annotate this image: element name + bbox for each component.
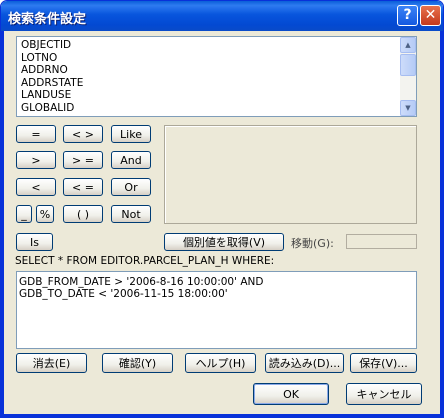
underscore-button[interactable]: _ — [16, 205, 32, 223]
field-item[interactable]: GLOBALID — [21, 102, 83, 115]
verify-button[interactable]: 確認(Y) — [102, 353, 173, 373]
save-button[interactable]: 保存(V)... — [350, 353, 417, 373]
equals-button[interactable]: = — [16, 125, 56, 143]
close-icon: ✕ — [424, 7, 437, 23]
query-expression-box[interactable]: GDB_FROM_DATE > '2006-8-16 10:00:00' AND… — [16, 271, 417, 349]
cancel-button[interactable]: キャンセル — [346, 383, 422, 405]
field-item[interactable]: OBJECTID — [21, 39, 83, 52]
field-item[interactable]: LOTNO — [21, 52, 83, 65]
ok-button[interactable]: OK — [253, 383, 329, 405]
less-equal-button[interactable]: < = — [63, 178, 103, 196]
scroll-down-button[interactable]: ▼ — [400, 100, 416, 116]
field-item[interactable]: ADDRSTATE — [21, 77, 83, 90]
like-button[interactable]: Like — [111, 125, 151, 143]
field-items: OBJECTID LOTNO ADDRNO ADDRSTATE LANDUSE … — [21, 39, 83, 114]
scroll-thumb[interactable] — [400, 54, 416, 76]
field-list-scrollbar[interactable]: ▲ ▼ — [400, 37, 416, 116]
help-title-button[interactable]: ? — [397, 5, 418, 26]
is-button[interactable]: Is — [16, 233, 53, 251]
query-line: GDB_TO_DATE < '2006-11-15 18:00:00' — [19, 288, 228, 300]
chevron-up-icon: ▲ — [405, 41, 411, 49]
percent-button[interactable]: % — [36, 205, 54, 223]
title-bar[interactable]: 検索条件設定 ? ✕ — [1, 1, 443, 31]
not-button[interactable]: Not — [111, 205, 151, 223]
field-list[interactable]: OBJECTID LOTNO ADDRNO ADDRSTATE LANDUSE … — [16, 36, 417, 117]
and-button[interactable]: And — [111, 151, 151, 169]
chevron-down-icon: ▼ — [405, 104, 411, 112]
unique-values-panel[interactable] — [164, 125, 417, 224]
window-title: 検索条件設定 — [8, 12, 87, 27]
where-clause-label: SELECT * FROM EDITOR.PARCEL_PLAN_H WHERE… — [15, 255, 275, 267]
less-than-button[interactable]: < — [16, 178, 56, 196]
field-item[interactable]: ADDRNO — [21, 64, 83, 77]
question-icon: ? — [403, 7, 412, 23]
load-button[interactable]: 読み込み(D)... — [265, 353, 344, 373]
parentheses-button[interactable]: ( ) — [63, 205, 103, 223]
or-button[interactable]: Or — [111, 178, 151, 196]
clear-button[interactable]: 消去(E) — [16, 353, 87, 373]
scroll-up-button[interactable]: ▲ — [400, 37, 416, 53]
get-unique-values-button[interactable]: 個別値を取得(V) — [164, 233, 284, 251]
close-title-button[interactable]: ✕ — [420, 5, 441, 26]
not-equals-button[interactable]: < > — [63, 125, 103, 143]
query-line: GDB_FROM_DATE > '2006-8-16 10:00:00' AND — [19, 276, 264, 288]
help-button[interactable]: ヘルプ(H) — [185, 353, 256, 373]
greater-equal-button[interactable]: > = — [63, 151, 103, 169]
search-conditions-dialog: 検索条件設定 ? ✕ OBJECTID LOTNO ADDRNO ADDRSTA… — [0, 0, 444, 418]
field-item[interactable]: LANDUSE — [21, 89, 83, 102]
greater-than-button[interactable]: > — [16, 151, 56, 169]
move-field[interactable] — [346, 234, 417, 249]
move-label: 移動(G): — [291, 237, 334, 250]
